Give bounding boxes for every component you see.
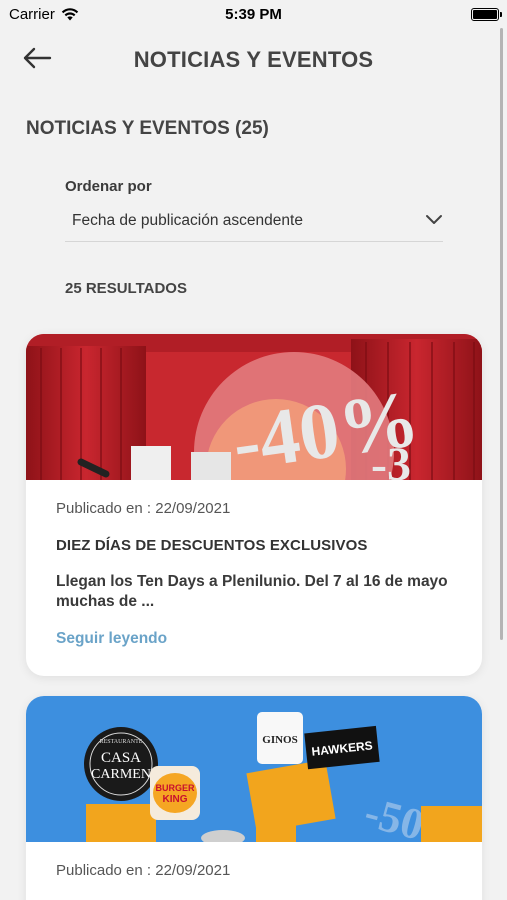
restaurants-banner-image: RESTAURANTE CASA CARMEN BURGER KING GINO… <box>26 696 482 842</box>
scroll-indicator[interactable] <box>500 28 503 640</box>
status-bar: Carrier 5:39 PM <box>0 0 507 28</box>
page-title: NOTICIAS Y EVENTOS <box>133 47 374 72</box>
burger-king-a: BURGER <box>155 783 195 793</box>
wifi-icon <box>61 7 79 20</box>
casa-carmen-top: RESTAURANTE <box>100 739 143 745</box>
read-more-link[interactable]: Seguir leyendo <box>56 630 167 648</box>
news-date: Publicado en : 22/09/2021 <box>56 862 231 879</box>
news-title: DIEZ DÍAS DE DESCUENTOS EXCLUSIVOS <box>56 537 368 554</box>
news-card[interactable]: RESTAURANTE CASA CARMEN BURGER KING GINO… <box>26 696 482 900</box>
casa-carmen-a: CASA <box>101 750 141 766</box>
news-card-body: Publicado en : 22/09/2021 <box>26 862 482 879</box>
sale-banner-image: -40% -3 <box>26 334 482 480</box>
burger-king-b: KING <box>163 794 188 805</box>
casa-carmen-b: CARMEN <box>91 767 151 782</box>
results-count: 25 RESULTADOS <box>65 280 187 297</box>
news-card-image: RESTAURANTE CASA CARMEN BURGER KING GINO… <box>26 696 482 842</box>
sort-label: Ordenar por <box>65 178 152 195</box>
carrier-label: Carrier <box>9 5 55 23</box>
sort-dropdown[interactable]: Fecha de publicación ascendente <box>65 202 443 242</box>
section-title: NOTICIAS Y EVENTOS (25) <box>26 118 269 139</box>
chevron-down-icon <box>426 215 442 224</box>
status-left: Carrier <box>9 6 79 23</box>
battery-icon <box>471 7 502 21</box>
ginos-logo: GINOS <box>262 734 297 746</box>
sort-value: Fecha de publicación ascendente <box>72 212 303 229</box>
news-date: Publicado en : 22/09/2021 <box>56 500 231 517</box>
news-card[interactable]: -40% -3 Publicado en : 22/09/2021 DIEZ D… <box>26 334 482 676</box>
header: NOTICIAS Y EVENTOS <box>0 40 507 80</box>
sale-text-3: -3 <box>371 438 411 480</box>
news-card-body: Publicado en : 22/09/2021 DIEZ DÍAS DE D… <box>26 500 482 648</box>
news-card-image: -40% -3 <box>26 334 482 480</box>
news-description: Llegan los Ten Days a Plenilunio. Del 7 … <box>56 573 448 610</box>
